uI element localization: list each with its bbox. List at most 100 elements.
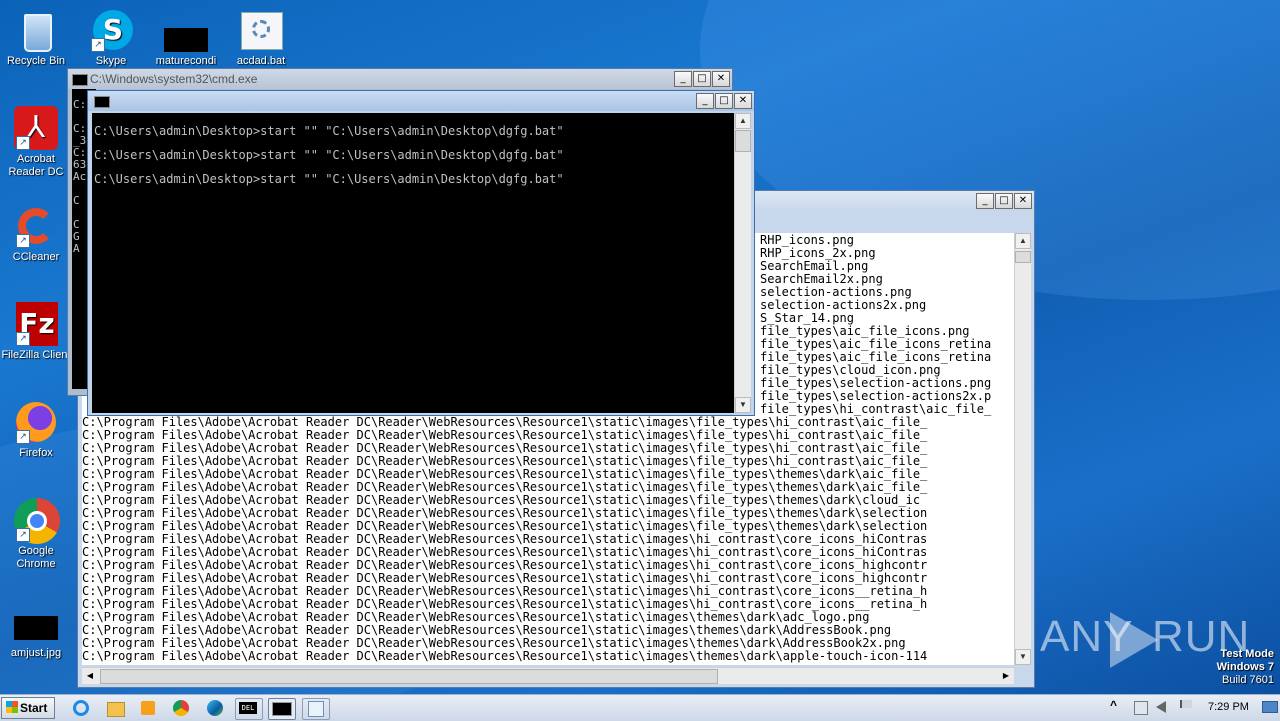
scroll-right-arrow[interactable]: ▶ xyxy=(998,668,1014,684)
explorer-icon[interactable] xyxy=(102,698,128,718)
file-list-line: C:\Program Files\Adobe\Acrobat Reader DC… xyxy=(82,624,1014,637)
desktop-icon-chrome[interactable]: ↗ Google Chrome xyxy=(0,498,72,571)
close-button[interactable]: ✕ xyxy=(1014,193,1032,209)
media-player-icon[interactable] xyxy=(135,698,161,718)
file-list-line: C:\Program Files\Adobe\Acrobat Reader DC… xyxy=(82,455,1014,468)
scroll-thumb[interactable] xyxy=(100,669,718,684)
file-list-horizontal-scrollbar[interactable]: ◀ ▶ xyxy=(82,667,1014,684)
batch-file-icon xyxy=(239,8,283,52)
scroll-down-arrow[interactable]: ▼ xyxy=(735,397,751,413)
minimize-button[interactable]: _ xyxy=(696,93,714,109)
file-path-suffix: file_types\hi_contrast\aic_file_ xyxy=(696,442,928,455)
maximize-button[interactable]: □ xyxy=(715,93,733,109)
file-path-suffix: file_types\hi_contrast\aic_file_ xyxy=(696,429,928,442)
play-icon xyxy=(1110,612,1158,668)
desktop-icon-label: maturecondi xyxy=(155,55,217,67)
file-path-prefix: C:\Program Files\Adobe\Acrobat Reader DC… xyxy=(82,507,697,520)
desktop-icon-firefox[interactable]: ↗ Firefox xyxy=(0,400,72,460)
action-center-flag-icon[interactable] xyxy=(1180,700,1192,708)
scroll-down-arrow[interactable]: ▼ xyxy=(1015,649,1031,665)
test-mode-label: Test Mode xyxy=(1220,648,1274,660)
file-list-line: C:\Program Files\Adobe\Acrobat Reader DC… xyxy=(82,533,1014,546)
speaker-icon[interactable] xyxy=(1156,701,1166,713)
maximize-button[interactable]: □ xyxy=(995,193,1013,209)
shortcut-arrow-icon: ↗ xyxy=(16,332,30,346)
build-label: Build 7601 xyxy=(1222,674,1274,686)
shortcut-arrow-icon: ↗ xyxy=(16,430,30,444)
taskbar-clock[interactable]: 7:29 PM xyxy=(1208,701,1249,713)
cmd-console-output[interactable]: C:\Users\admin\Desktop>start "" "C:\User… xyxy=(92,113,734,413)
file-list-line: C:\Program Files\Adobe\Acrobat Reader DC… xyxy=(82,468,1014,481)
desktop-icon-recycle-bin[interactable]: Recycle Bin xyxy=(0,8,72,68)
shortcut-arrow-icon: ↗ xyxy=(16,234,30,248)
file-path-suffix: themes\dark\AddressBook.png xyxy=(696,624,892,637)
file-list-line: C:\Program Files\Adobe\Acrobat Reader DC… xyxy=(82,429,1014,442)
scroll-left-arrow[interactable]: ◀ xyxy=(82,668,98,684)
desktop-icon-label: Recycle Bin xyxy=(6,55,66,67)
skype-icon: S ↗ xyxy=(89,8,133,52)
minimize-button[interactable]: _ xyxy=(976,193,994,209)
scroll-thumb[interactable] xyxy=(735,130,751,152)
cmd-vertical-scrollbar[interactable]: ▲ ▼ xyxy=(734,113,751,413)
file-path-suffix: themes\dark\AddressBook2x.png xyxy=(696,637,906,650)
file-list-line: file_types\hi_contrast\aic_file_ xyxy=(760,402,992,416)
file-path-prefix: C:\Program Files\Adobe\Acrobat Reader DC… xyxy=(82,520,697,533)
file-list-line: C:\Program Files\Adobe\Acrobat Reader DC… xyxy=(82,611,1014,624)
filezilla-icon: Fz ↗ xyxy=(14,302,58,346)
file-list-line: C:\Program Files\Adobe\Acrobat Reader DC… xyxy=(82,572,1014,585)
desktop-icon-acrobat[interactable]: ⅄ ↗ Acrobat Reader DC xyxy=(0,106,72,179)
file-list-line: C:\Program Files\Adobe\Acrobat Reader DC… xyxy=(82,637,1014,650)
cmd-front-titlebar[interactable]: _ □ ✕ xyxy=(88,91,754,111)
chrome-icon[interactable] xyxy=(168,698,194,718)
show-hidden-icons-button[interactable]: ^ xyxy=(1110,698,1117,712)
desktop-icon-amjust[interactable]: amjust.jpg xyxy=(0,600,72,660)
file-path-suffix: hi_contrast\core_icons_hiContras xyxy=(696,546,928,559)
file-list-vertical-scrollbar[interactable]: ▲ ▼ xyxy=(1014,233,1031,665)
scroll-up-arrow[interactable]: ▲ xyxy=(735,113,751,129)
show-desktop-button[interactable] xyxy=(1262,701,1278,713)
cmd-back-titlebar[interactable]: C:\Windows\system32\cmd.exe _ □ ✕ xyxy=(68,69,732,89)
del-icon[interactable]: DEL xyxy=(235,698,263,720)
ie-icon[interactable] xyxy=(68,698,94,718)
file-path-suffix: hi_contrast\core_icons__retina_h xyxy=(696,585,928,598)
window-title: C:\Windows\system32\cmd.exe xyxy=(90,72,258,86)
file-path-prefix: C:\Program Files\Adobe\Acrobat Reader DC… xyxy=(82,546,697,559)
notepad-icon[interactable] xyxy=(302,698,330,720)
edge-icon[interactable] xyxy=(202,698,228,718)
cmd-icon[interactable] xyxy=(268,698,296,720)
desktop-icon-label: CCleaner xyxy=(12,251,60,263)
desktop-icon-ccleaner[interactable]: ↗ CCleaner xyxy=(0,204,72,264)
cmd-window-front[interactable]: _ □ ✕ C:\Users\admin\Desktop>start "" "C… xyxy=(87,90,755,416)
file-list-line: C:\Program Files\Adobe\Acrobat Reader DC… xyxy=(82,520,1014,533)
os-info: Test Mode Windows 7 Build 7601 xyxy=(1217,648,1274,687)
start-button[interactable]: Start xyxy=(1,697,55,719)
file-list-line: C:\Program Files\Adobe\Acrobat Reader DC… xyxy=(82,416,1014,429)
desktop-icon-label: Acrobat Reader DC xyxy=(8,153,64,178)
desktop-icon-acdad-bat[interactable]: acdad.bat xyxy=(225,8,297,68)
shortcut-arrow-icon: ↗ xyxy=(16,136,30,150)
black-thumbnail-icon xyxy=(14,600,58,644)
file-list-line: C:\Program Files\Adobe\Acrobat Reader DC… xyxy=(82,442,1014,455)
recycle-bin-icon xyxy=(14,8,58,52)
close-button[interactable]: ✕ xyxy=(712,71,730,87)
file-path-prefix: C:\Program Files\Adobe\Acrobat Reader DC… xyxy=(82,416,697,429)
desktop-icon-filezilla[interactable]: Fz ↗ FileZilla Client xyxy=(0,302,72,362)
file-path-suffix: hi_contrast\core_icons_highcontr xyxy=(696,572,928,585)
close-button[interactable]: ✕ xyxy=(734,93,752,109)
file-path-suffix: file_types\themes\dark\aic_file_ xyxy=(696,481,928,494)
file-list-line: C:\Program Files\Adobe\Acrobat Reader DC… xyxy=(82,559,1014,572)
console-line: C:\Users\admin\Desktop>start "" "C:\User… xyxy=(94,124,564,138)
scroll-up-arrow[interactable]: ▲ xyxy=(1015,233,1031,249)
file-path-suffix: file_types\themes\dark\aic_file_ xyxy=(696,468,928,481)
acrobat-icon: ⅄ ↗ xyxy=(14,106,58,150)
console-line: C:\Users\admin\Desktop>start "" "C:\User… xyxy=(94,172,564,186)
minimize-button[interactable]: _ xyxy=(674,71,692,87)
desktop-icon-skype[interactable]: S ↗ Skype xyxy=(75,8,147,68)
desktop-icon-maturecondi[interactable]: maturecondi xyxy=(150,8,222,68)
maximize-button[interactable]: □ xyxy=(693,71,711,87)
network-icon[interactable] xyxy=(1134,701,1148,715)
black-thumbnail-icon xyxy=(164,8,208,52)
file-list-line: C:\Program Files\Adobe\Acrobat Reader DC… xyxy=(82,494,1014,507)
file-path-prefix: C:\Program Files\Adobe\Acrobat Reader DC… xyxy=(82,468,697,481)
file-path-prefix: C:\Program Files\Adobe\Acrobat Reader DC… xyxy=(82,481,697,494)
